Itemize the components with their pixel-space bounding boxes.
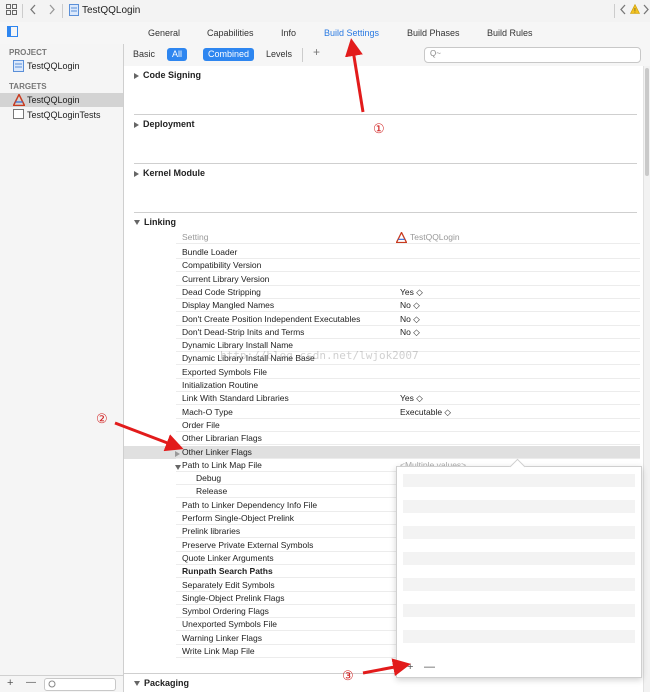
- annotation-arrows: [114, 38, 411, 677]
- arrow-two: [114, 421, 184, 452]
- arrow-one: [345, 38, 365, 113]
- arrow-three: [362, 658, 411, 677]
- annotation-two: ②: [96, 411, 108, 426]
- annotation-three: ③: [342, 668, 354, 683]
- annotation-one: ①: [373, 121, 385, 136]
